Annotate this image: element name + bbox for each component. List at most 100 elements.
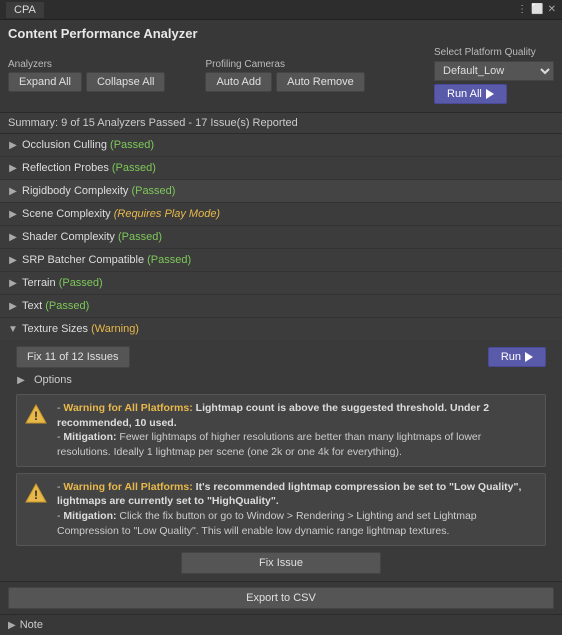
warning-icon: ! bbox=[25, 482, 49, 506]
analyzer-reflection-header[interactable]: ▶ Reflection Probes (Passed) bbox=[0, 157, 562, 179]
status-badge: (Passed) bbox=[45, 300, 89, 312]
list-item: ▶ Occlusion Culling (Passed) bbox=[0, 134, 562, 157]
analyzers-btn-row: Expand All Collapse All bbox=[8, 72, 165, 92]
analyzer-srp-header[interactable]: ▶ SRP Batcher Compatible (Passed) bbox=[0, 249, 562, 271]
run-all-button[interactable]: Run All bbox=[434, 84, 507, 104]
chevron-right-icon: ▶ bbox=[16, 375, 26, 385]
fix-issue-row: Fix Issue bbox=[16, 546, 546, 580]
note-row[interactable]: ▶ Note bbox=[0, 615, 562, 635]
analyzer-name: Scene Complexity (Requires Play Mode) bbox=[22, 208, 554, 220]
status-badge: (Passed) bbox=[147, 254, 191, 266]
chevron-right-icon: ▶ bbox=[8, 163, 18, 173]
warn-label: Warning for All Platforms: bbox=[63, 481, 192, 493]
analyzer-name: Text (Passed) bbox=[22, 300, 554, 312]
list-item: ▶ Reflection Probes (Passed) bbox=[0, 157, 562, 180]
cameras-btn-row: Auto Add Auto Remove bbox=[205, 72, 364, 92]
options-row[interactable]: ▶ Options bbox=[16, 374, 546, 386]
list-item: ▶ Rigidbody Complexity (Passed) bbox=[0, 180, 562, 203]
warning-text-1: - Warning for All Platforms: Lightmap co… bbox=[57, 401, 537, 460]
warning-text-2: - Warning for All Platforms: It's recomm… bbox=[57, 480, 537, 539]
analyzer-scene-header[interactable]: ▶ Scene Complexity (Requires Play Mode) bbox=[0, 203, 562, 225]
analyzer-text-header[interactable]: ▶ Text (Passed) bbox=[0, 295, 562, 317]
maximize-icon[interactable]: ⬜ bbox=[531, 4, 543, 15]
title-bar-left: CPA bbox=[6, 2, 44, 18]
options-label: Options bbox=[34, 374, 72, 386]
analyzer-name: Terrain (Passed) bbox=[22, 277, 554, 289]
title-bar-icons: ⋮ ⬜ ✕ bbox=[517, 4, 556, 15]
analyzer-shader-header[interactable]: ▶ Shader Complexity (Passed) bbox=[0, 226, 562, 248]
svg-text:!: ! bbox=[34, 409, 38, 423]
analyzer-terrain-header[interactable]: ▶ Terrain (Passed) bbox=[0, 272, 562, 294]
run-label: Run bbox=[501, 351, 521, 363]
svg-text:!: ! bbox=[34, 488, 38, 502]
list-item: ▶ Scene Complexity (Requires Play Mode) bbox=[0, 203, 562, 226]
panel-title: Content Performance Analyzer bbox=[8, 26, 554, 41]
collapse-all-button[interactable]: Collapse All bbox=[86, 72, 165, 92]
note-label: Note bbox=[20, 619, 43, 631]
main-panel: Content Performance Analyzer Analyzers E… bbox=[0, 20, 562, 635]
analyzers-label: Analyzers bbox=[8, 59, 165, 70]
status-badge: (Passed) bbox=[118, 231, 162, 243]
fix-issues-button[interactable]: Fix 11 of 12 Issues bbox=[16, 346, 130, 368]
chevron-right-icon: ▶ bbox=[8, 255, 18, 265]
texture-expanded-section: Fix 11 of 12 Issues Run ▶ Options bbox=[0, 340, 562, 581]
platform-select[interactable]: Default_Low bbox=[434, 61, 554, 81]
fix-issue-button[interactable]: Fix Issue bbox=[181, 552, 381, 574]
mitigation-label: Mitigation: bbox=[63, 510, 116, 522]
analyzer-name: Reflection Probes (Passed) bbox=[22, 162, 554, 174]
status-badge: (Passed) bbox=[131, 185, 175, 197]
chevron-right-icon: ▶ bbox=[8, 140, 18, 150]
play-icon bbox=[486, 89, 494, 99]
chevron-right-icon: ▶ bbox=[8, 301, 18, 311]
analyzer-name: Occlusion Culling (Passed) bbox=[22, 139, 554, 151]
platform-section: Select Platform Quality Default_Low Run … bbox=[434, 47, 554, 104]
chevron-right-icon: ▶ bbox=[8, 620, 16, 631]
platform-label: Select Platform Quality bbox=[434, 47, 536, 58]
status-badge: (Passed) bbox=[112, 162, 156, 174]
menu-icon[interactable]: ⋮ bbox=[517, 4, 527, 15]
expand-all-button[interactable]: Expand All bbox=[8, 72, 82, 92]
auto-add-button[interactable]: Auto Add bbox=[205, 72, 272, 92]
list-item: ▶ SRP Batcher Compatible (Passed) bbox=[0, 249, 562, 272]
analyzer-occlusion-header[interactable]: ▶ Occlusion Culling (Passed) bbox=[0, 134, 562, 156]
play-icon bbox=[525, 352, 533, 362]
profiling-cameras-section: Profiling Cameras Auto Add Auto Remove bbox=[205, 59, 364, 92]
status-badge: (Passed) bbox=[59, 277, 103, 289]
list-item: ▶ Terrain (Passed) bbox=[0, 272, 562, 295]
panel-header: Content Performance Analyzer Analyzers E… bbox=[0, 20, 562, 113]
status-badge: (Warning) bbox=[91, 323, 139, 335]
auto-remove-button[interactable]: Auto Remove bbox=[276, 72, 365, 92]
export-csv-button[interactable]: Export to CSV bbox=[8, 587, 554, 609]
summary-text: Summary: 9 of 15 Analyzers Passed - 17 I… bbox=[8, 117, 298, 129]
list-item: ▶ Shader Complexity (Passed) bbox=[0, 226, 562, 249]
list-item: ▼ Texture Sizes (Warning) Fix 11 of 12 I… bbox=[0, 318, 562, 581]
chevron-right-icon: ▶ bbox=[8, 186, 18, 196]
analyzers-section: Analyzers Expand All Collapse All bbox=[8, 59, 165, 92]
toolbar-row: Analyzers Expand All Collapse All Profil… bbox=[8, 47, 554, 104]
title-bar: CPA ⋮ ⬜ ✕ bbox=[0, 0, 562, 20]
warn-label: Warning for All Platforms: bbox=[63, 402, 192, 414]
analyzer-rigidbody-header[interactable]: ▶ Rigidbody Complexity (Passed) bbox=[0, 180, 562, 202]
run-all-label: Run All bbox=[447, 88, 482, 100]
analyzer-list: ▶ Occlusion Culling (Passed) ▶ Reflectio… bbox=[0, 134, 562, 581]
analyzer-texture-header[interactable]: ▼ Texture Sizes (Warning) bbox=[0, 318, 562, 340]
status-badge: (Passed) bbox=[110, 139, 154, 151]
export-row: Export to CSV bbox=[0, 582, 562, 615]
fix-issues-row: Fix 11 of 12 Issues Run bbox=[16, 346, 546, 368]
summary-bar: Summary: 9 of 15 Analyzers Passed - 17 I… bbox=[0, 113, 562, 134]
bottom-bar: Export to CSV ▶ Note bbox=[0, 581, 562, 635]
run-button[interactable]: Run bbox=[488, 347, 546, 367]
list-item: ▶ Text (Passed) bbox=[0, 295, 562, 318]
chevron-right-icon: ▶ bbox=[8, 232, 18, 242]
analyzer-name: Texture Sizes (Warning) bbox=[22, 323, 554, 335]
analyzer-name: Rigidbody Complexity (Passed) bbox=[22, 185, 554, 197]
status-badge: (Requires Play Mode) bbox=[114, 208, 220, 220]
warning-box: ! - Warning for All Platforms: It's reco… bbox=[16, 473, 546, 546]
toolbar-left: Analyzers Expand All Collapse All Profil… bbox=[8, 59, 365, 92]
analyzer-name: SRP Batcher Compatible (Passed) bbox=[22, 254, 554, 266]
cpa-tab[interactable]: CPA bbox=[6, 2, 44, 18]
chevron-down-icon: ▼ bbox=[8, 324, 18, 334]
close-icon[interactable]: ✕ bbox=[548, 4, 556, 15]
chevron-right-icon: ▶ bbox=[8, 209, 18, 219]
chevron-right-icon: ▶ bbox=[8, 278, 18, 288]
